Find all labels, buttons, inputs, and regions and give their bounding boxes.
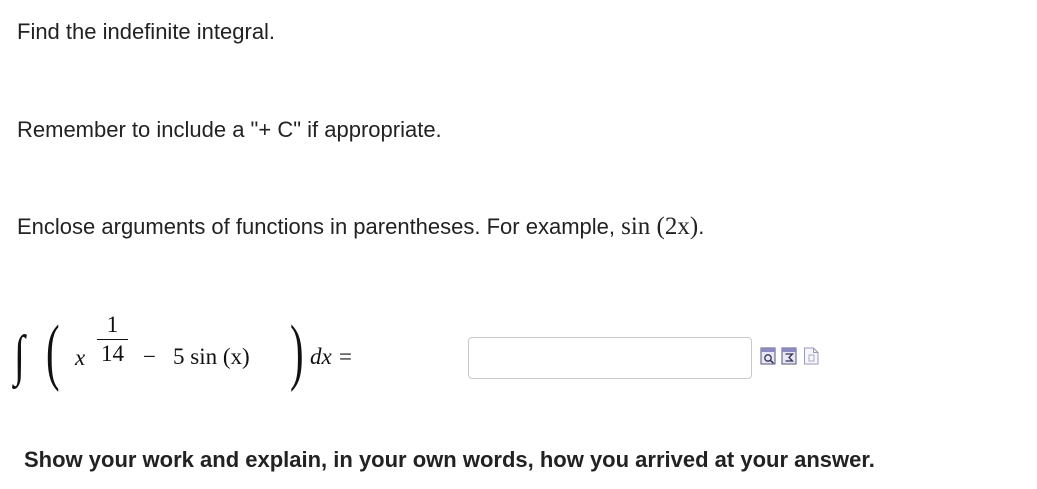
instruction-parentheses: Enclose arguments of functions in parent… bbox=[17, 214, 704, 240]
instruction-plus-c: Remember to include a "+ C" if appropria… bbox=[17, 117, 442, 142]
fraction-bar bbox=[97, 339, 128, 340]
symbols-icon[interactable] bbox=[781, 347, 798, 365]
fraction-numerator: 1 bbox=[106, 312, 119, 337]
open-parenthesis: ( bbox=[46, 311, 60, 393]
work-instruction: Show your work and explain, in your own … bbox=[24, 447, 875, 472]
base-variable: x bbox=[75, 345, 86, 370]
instruction-parentheses-text: Enclose arguments of functions in parent… bbox=[17, 214, 622, 239]
example-expression: sin (2x) bbox=[621, 213, 699, 240]
instruction-parentheses-end: . bbox=[698, 214, 705, 239]
sine-term: 5 sin (x) bbox=[173, 344, 250, 369]
exponent-fraction: 1 14 bbox=[96, 312, 129, 366]
close-parenthesis: ) bbox=[290, 311, 304, 393]
differential: dx = bbox=[310, 344, 353, 369]
minus-sign: − bbox=[143, 344, 156, 369]
integral-sign: ∫ bbox=[14, 325, 25, 387]
fraction-denominator: 14 bbox=[101, 341, 124, 366]
integral-expression: ∫ ( x 1 14 − 5 sin (x) ) dx = bbox=[14, 308, 464, 408]
answer-input[interactable] bbox=[468, 337, 752, 379]
instruction-find-integral: Find the indefinite integral. bbox=[17, 19, 276, 44]
help-icon[interactable] bbox=[803, 347, 820, 365]
preview-icon[interactable] bbox=[760, 347, 777, 365]
